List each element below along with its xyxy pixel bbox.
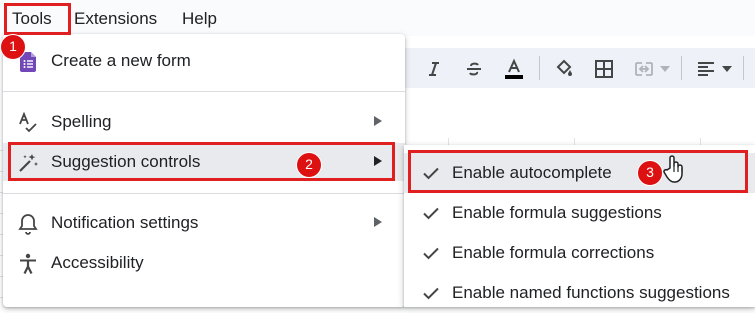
chevron-down-icon[interactable] (719, 54, 735, 84)
menu-item-create-form[interactable]: Create a new form (3, 42, 405, 80)
menubar: Tools Extensions Help (0, 0, 755, 36)
menu-item-spelling[interactable]: Spelling (3, 103, 405, 141)
strikethrough-icon[interactable] (459, 54, 489, 84)
submenu-item-enable-formula-suggestions[interactable]: Enable formula suggestions (404, 193, 755, 233)
menu-item-accessibility[interactable]: Accessibility (3, 244, 405, 282)
toolbar-separator (743, 56, 744, 80)
check-icon (423, 247, 439, 260)
formula-bar (405, 96, 755, 139)
bell-icon (17, 213, 39, 235)
submenu-item-enable-formula-corrections[interactable]: Enable formula corrections (404, 233, 755, 273)
menu-item-label: Create a new form (51, 51, 191, 70)
chevron-down-icon[interactable] (657, 54, 673, 84)
menu-divider (3, 91, 405, 92)
italic-icon[interactable] (419, 54, 449, 84)
toolbar-separator (539, 56, 540, 80)
hand-pointer-cursor-icon (663, 155, 683, 183)
menu-item-label: Notification settings (51, 213, 199, 232)
check-icon (423, 207, 439, 220)
step-badge-1: 1 (0, 34, 26, 60)
step-badge-3: 3 (637, 160, 663, 186)
text-color-icon[interactable] (499, 54, 529, 84)
merge-cells-icon[interactable] (629, 54, 659, 84)
submenu-arrow-icon (374, 217, 382, 227)
borders-icon[interactable] (589, 54, 619, 84)
check-icon (423, 287, 439, 300)
menu-help[interactable]: Help (182, 9, 217, 29)
menu-item-label: Accessibility (51, 253, 144, 272)
highlight-box-enable-autocomplete (408, 150, 748, 193)
submenu-arrow-icon (374, 116, 382, 126)
menu-item-label: Spelling (51, 112, 112, 131)
toolbar-separator (681, 56, 682, 80)
menu-extensions[interactable]: Extensions (74, 9, 157, 29)
submenu-item-label: Enable formula corrections (452, 243, 655, 262)
menu-item-notification-settings[interactable]: Notification settings (3, 204, 405, 242)
fill-color-icon[interactable] (549, 54, 579, 84)
highlight-box-tools (4, 3, 71, 35)
submenu-item-label: Enable named functions suggestions (452, 283, 730, 302)
menu-divider (3, 193, 405, 194)
step-badge-2: 2 (296, 152, 322, 178)
align-icon[interactable] (691, 54, 721, 84)
accessibility-icon (17, 253, 39, 275)
submenu-item-label: Enable formula suggestions (452, 203, 662, 222)
spelling-icon (17, 112, 39, 134)
formatting-toolbar (405, 48, 755, 88)
submenu-item-enable-named-functions-suggestions[interactable]: Enable named functions suggestions (404, 273, 755, 313)
highlight-box-suggestion-controls (8, 142, 395, 181)
